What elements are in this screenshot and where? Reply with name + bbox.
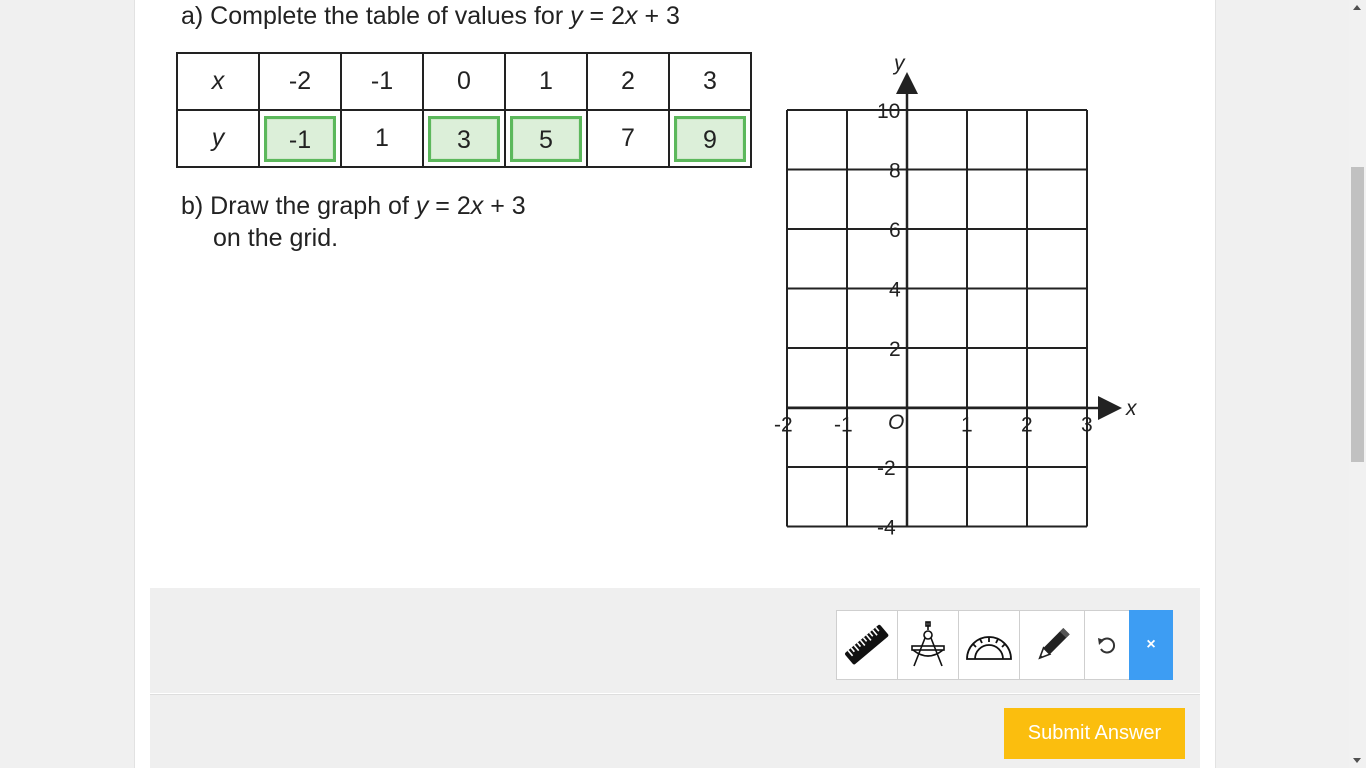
y-axis-label: y bbox=[892, 52, 906, 75]
x-value-cell: 3 bbox=[668, 52, 752, 111]
y-answer-input[interactable]: 5 bbox=[510, 115, 582, 162]
x-axis-label: x bbox=[1125, 397, 1138, 420]
y-value-cell: 7 bbox=[586, 109, 670, 168]
part-a-instruction: a) Complete the table of values for y = … bbox=[181, 2, 680, 30]
y-answer-input[interactable]: 9 bbox=[674, 115, 746, 162]
y-tick-label: 8 bbox=[889, 160, 901, 183]
submit-answer-button[interactable]: Submit Answer bbox=[1004, 708, 1185, 759]
y-tick-label: -2 bbox=[877, 457, 896, 480]
drawing-toolbar: × bbox=[836, 610, 1173, 680]
x-value-cell: -1 bbox=[340, 52, 424, 111]
x-value-cell: 2 bbox=[586, 52, 670, 111]
scrollbar-thumb[interactable] bbox=[1351, 167, 1364, 462]
pencil-button[interactable] bbox=[1019, 610, 1085, 680]
y-tick-label: 4 bbox=[889, 279, 901, 302]
y-answer-input[interactable]: -1 bbox=[264, 115, 336, 162]
pencil-icon bbox=[1038, 628, 1070, 660]
ruler-icon bbox=[845, 624, 889, 665]
origin-label: O bbox=[888, 411, 904, 434]
y-axis-arrow bbox=[896, 72, 918, 94]
ruler-button[interactable] bbox=[836, 610, 898, 680]
grid-lines bbox=[786, 109, 1088, 528]
y-header: y bbox=[176, 109, 260, 168]
x-header: x bbox=[176, 52, 260, 111]
y-tick-label: 2 bbox=[889, 338, 901, 361]
scroll-down-arrow[interactable] bbox=[1353, 758, 1361, 763]
undo-button[interactable] bbox=[1084, 610, 1130, 680]
protractor-button[interactable] bbox=[958, 610, 1020, 680]
graph-grid[interactable]: x y O -2 -1 1 2 3 10 8 6 4 2 -2 -4 bbox=[760, 50, 1160, 550]
x-tick-label: -1 bbox=[834, 414, 853, 437]
x-value-cell: 1 bbox=[504, 52, 588, 111]
y-tick-label: -4 bbox=[877, 517, 896, 540]
x-value-cell: -2 bbox=[258, 52, 342, 111]
x-tick-labels: -2 -1 1 2 3 bbox=[774, 414, 1093, 437]
y-answer-input[interactable]: 3 bbox=[428, 115, 500, 162]
y-row: y -1 1 3 5 7 9 bbox=[176, 109, 752, 168]
undo-icon bbox=[1098, 637, 1115, 654]
protractor-icon bbox=[966, 636, 1012, 660]
x-tick-label: 2 bbox=[1021, 414, 1033, 437]
y-tick-labels: 10 8 6 4 2 -2 -4 bbox=[877, 100, 901, 540]
x-tick-label: -2 bbox=[774, 414, 793, 437]
y-value-cell: 3 bbox=[422, 109, 506, 168]
y-tick-label: 10 bbox=[877, 100, 900, 123]
y-value-cell: 5 bbox=[504, 109, 588, 168]
close-tools-button[interactable]: × bbox=[1129, 610, 1173, 680]
part-b-instruction: b) Draw the graph of y = 2x + 3 bbox=[181, 192, 526, 220]
x-axis-arrow bbox=[1098, 396, 1122, 420]
y-value-cell: 1 bbox=[340, 109, 424, 168]
y-value-cell: 9 bbox=[668, 109, 752, 168]
compass-icon bbox=[911, 621, 945, 667]
compass-button[interactable] bbox=[897, 610, 959, 680]
scrollbar[interactable] bbox=[1349, 0, 1366, 768]
x-value-cell: 0 bbox=[422, 52, 506, 111]
y-tick-label: 6 bbox=[889, 219, 901, 242]
part-b-instruction-line2: on the grid. bbox=[213, 224, 339, 252]
values-table: x -2 -1 0 1 2 3 y -1 1 3 5 7 9 bbox=[176, 52, 752, 168]
x-tick-label: 3 bbox=[1081, 414, 1093, 437]
x-row: x -2 -1 0 1 2 3 bbox=[176, 52, 752, 111]
scroll-up-arrow[interactable] bbox=[1353, 5, 1361, 10]
x-tick-label: 1 bbox=[961, 414, 973, 437]
y-value-cell: -1 bbox=[258, 109, 342, 168]
